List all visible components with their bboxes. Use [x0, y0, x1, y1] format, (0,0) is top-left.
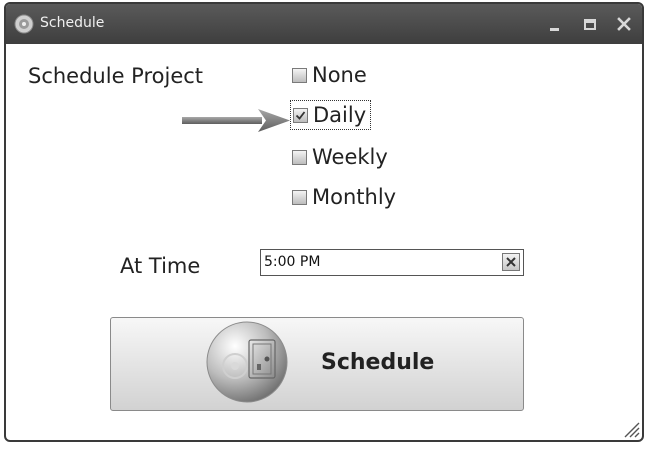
- option-none-label: None: [312, 63, 367, 87]
- checkmark-icon: [295, 110, 306, 120]
- resize-grip-icon[interactable]: [622, 420, 640, 438]
- option-monthly-label: Monthly: [312, 185, 397, 209]
- title-bar[interactable]: Schedule: [6, 4, 642, 44]
- disc-icon: [14, 14, 34, 34]
- schedule-button[interactable]: Schedule: [110, 317, 524, 411]
- checkbox-monthly[interactable]: [292, 189, 307, 205]
- schedule-window: Schedule Schedule Project None Daily Wee…: [4, 2, 644, 442]
- option-weekly-label: Weekly: [312, 145, 388, 169]
- arrow-right-icon: [182, 109, 290, 132]
- time-value[interactable]: 5:00 PM: [264, 254, 320, 270]
- option-monthly[interactable]: Monthly: [292, 182, 396, 212]
- option-daily-label: Daily: [313, 103, 367, 127]
- at-time-label: At Time: [120, 254, 201, 278]
- clear-x-icon: [506, 257, 516, 267]
- safe-disc-icon: [206, 321, 288, 403]
- checkbox-daily[interactable]: [293, 107, 308, 123]
- window-title: Schedule: [40, 15, 105, 31]
- option-weekly[interactable]: Weekly: [292, 142, 388, 172]
- time-input[interactable]: 5:00 PM: [260, 249, 524, 276]
- minimize-button[interactable]: [542, 12, 566, 36]
- maximize-icon: [584, 19, 596, 30]
- option-daily[interactable]: Daily: [290, 100, 372, 130]
- checkbox-weekly[interactable]: [292, 149, 307, 165]
- option-none[interactable]: None: [292, 60, 367, 90]
- minimize-icon: [550, 28, 559, 31]
- schedule-button-label: Schedule: [321, 350, 435, 375]
- schedule-project-label: Schedule Project: [28, 64, 204, 88]
- maximize-button[interactable]: [578, 12, 602, 36]
- checkbox-none[interactable]: [292, 67, 307, 83]
- close-icon: [617, 17, 631, 31]
- close-button[interactable]: [612, 12, 636, 36]
- clear-time-button[interactable]: [502, 253, 520, 271]
